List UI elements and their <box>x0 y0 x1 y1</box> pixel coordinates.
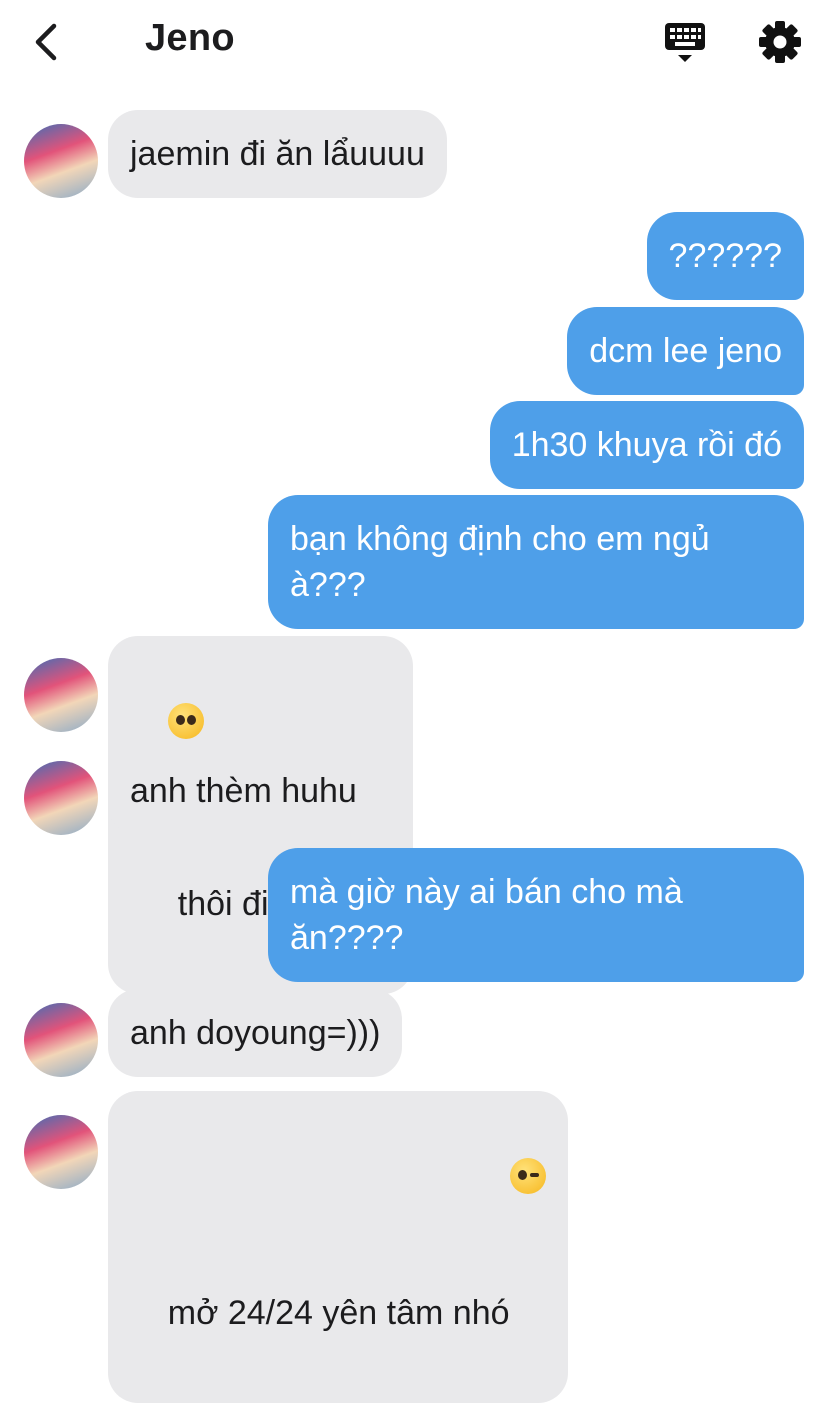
avatar[interactable] <box>24 124 98 198</box>
chevron-left-icon <box>35 23 57 61</box>
settings-button[interactable] <box>756 18 804 66</box>
message-bubble-incoming[interactable]: anh doyoung=))) <box>108 989 403 1077</box>
chat-header: Jeno <box>0 0 828 84</box>
message-bubble-outgoing[interactable]: mà giờ này ai bán cho mà ăn???? <box>268 848 804 982</box>
message-row-incoming: jaemin đi ăn lẩuuuu <box>0 110 828 198</box>
back-button[interactable] <box>26 18 66 66</box>
keyboard-button[interactable] <box>660 18 710 66</box>
message-bubble-incoming[interactable]: jaemin đi ăn lẩuuuu <box>108 110 447 198</box>
avatar[interactable] <box>24 761 98 835</box>
avatar[interactable] <box>24 658 98 732</box>
winking-face-emoji <box>509 1158 546 1194</box>
message-row-incoming: anh doyoung=))) <box>0 989 828 1077</box>
message-text: mở 24/24 yên tâm nhó <box>167 1294 510 1332</box>
chat-title: Jeno <box>145 17 235 59</box>
message-bubble-outgoing[interactable]: 1h30 khuya rồi đó <box>489 401 804 489</box>
message-row-outgoing: bạn không định cho em ngủ à??? <box>0 495 828 629</box>
pleading-face-emoji <box>167 703 204 739</box>
message-row-outgoing: mà giờ này ai bán cho mà ăn???? <box>0 848 828 982</box>
message-bubble-incoming[interactable]: mở 24/24 yên tâm nhó <box>108 1091 568 1403</box>
message-row-outgoing: dcm lee jeno <box>0 307 828 395</box>
message-row-outgoing: 1h30 khuya rồi đó <box>0 401 828 489</box>
message-bubble-outgoing[interactable]: ?????? <box>646 212 804 300</box>
message-bubble-outgoing[interactable]: dcm lee jeno <box>567 307 804 395</box>
message-row-outgoing: ?????? <box>0 212 828 300</box>
message-bubble-outgoing[interactable]: bạn không định cho em ngủ à??? <box>268 495 804 629</box>
message-row-incoming: mở 24/24 yên tâm nhó <box>0 1091 828 1403</box>
avatar[interactable] <box>24 1115 98 1189</box>
message-row-incoming: anh thèm huhu <box>0 747 828 835</box>
keyboard-icon <box>665 23 705 62</box>
gear-icon <box>759 21 801 63</box>
message-bubble-incoming[interactable]: anh thèm huhu <box>108 747 379 835</box>
message-row-incoming: thôi đi với anh <box>0 636 828 994</box>
avatar[interactable] <box>24 1003 98 1077</box>
